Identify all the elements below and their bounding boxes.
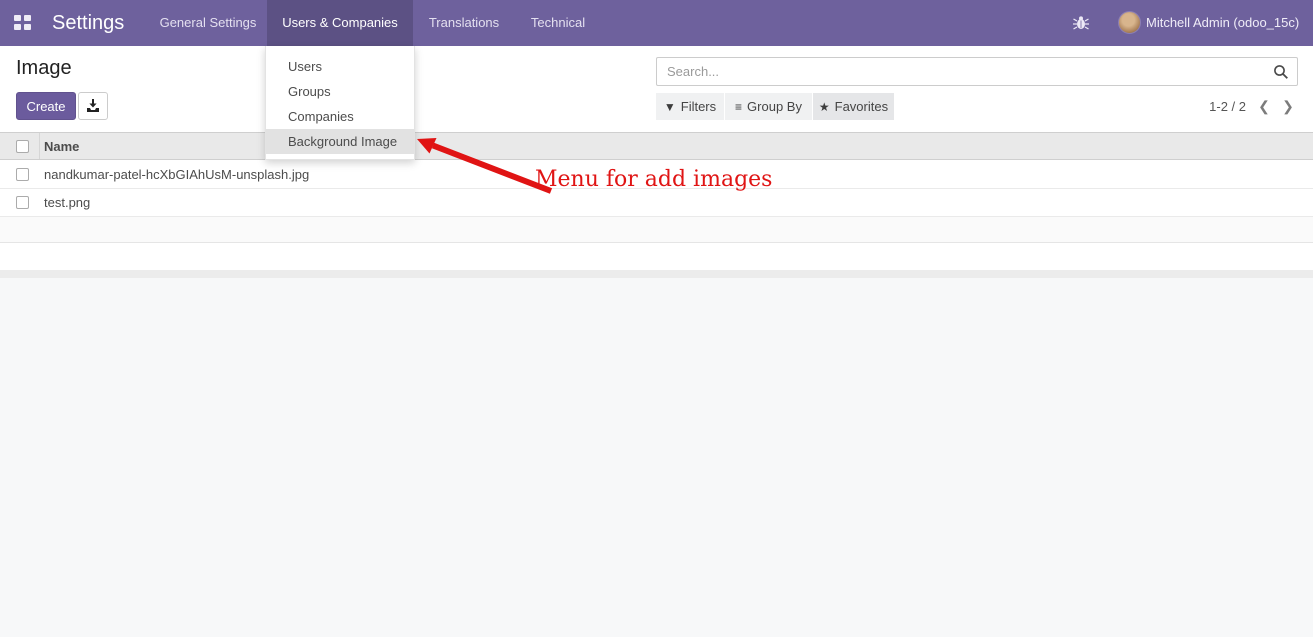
column-header-name[interactable]: Name <box>44 133 79 161</box>
debug-bug-icon[interactable] <box>1072 15 1090 31</box>
create-button[interactable]: Create <box>16 92 76 120</box>
select-all-checkbox[interactable] <box>16 140 29 153</box>
user-avatar[interactable] <box>1118 11 1141 34</box>
pager-previous-button[interactable]: ❮ <box>1252 93 1276 120</box>
user-menu[interactable]: Mitchell Admin (odoo_15c) <box>1146 0 1299 46</box>
menu-technical[interactable]: Technical <box>519 0 597 46</box>
row-checkbox[interactable] <box>16 196 29 209</box>
search-box <box>656 57 1298 86</box>
filters-label: Filters <box>680 99 717 114</box>
users-companies-dropdown: Users Groups Companies Background Image <box>265 46 415 160</box>
apps-grid-square <box>24 24 31 30</box>
app-title: Settings <box>52 12 125 34</box>
page-title: Image <box>16 57 72 79</box>
search-icon[interactable] <box>1273 64 1289 80</box>
row-name-cell: test.png <box>44 195 91 210</box>
search-input[interactable] <box>667 59 1267 84</box>
favorites-button[interactable]: ★ Favorites <box>813 93 894 120</box>
dropdown-item-background-image[interactable]: Background Image <box>266 129 414 154</box>
annotation-text: Menu for add images <box>535 167 773 192</box>
row-name-cell: nandkumar-patel-hcXbGIAhUsM-unsplash.jpg <box>44 167 310 182</box>
menu-general-settings[interactable]: General Settings <box>152 0 264 46</box>
group-by-label: Group By <box>747 99 802 114</box>
pager-range: 1-2 / 2 <box>1209 99 1246 114</box>
list-header-row: Name <box>0 132 1313 160</box>
content-bottom-edge <box>0 270 1313 278</box>
group-by-bars-icon: ≡ <box>735 100 743 114</box>
favorites-label: Favorites <box>834 99 889 114</box>
apps-menu-icon[interactable] <box>14 15 32 31</box>
header-checkbox-cell <box>0 133 40 159</box>
dropdown-item-users[interactable]: Users <box>266 54 414 79</box>
apps-grid-square <box>24 15 31 21</box>
filters-button[interactable]: ▼ Filters <box>656 93 724 120</box>
apps-grid-square <box>14 15 21 21</box>
import-download-icon <box>87 99 99 112</box>
topbar: Settings General Settings Users & Compan… <box>0 0 1313 46</box>
favorites-star-icon: ★ <box>818 100 830 114</box>
filter-funnel-icon: ▼ <box>663 100 676 114</box>
pager-next-button[interactable]: ❯ <box>1276 93 1300 120</box>
page: Settings General Settings Users & Compan… <box>0 0 1313 637</box>
group-by-button[interactable]: ≡ Group By <box>725 93 812 120</box>
row-checkbox[interactable] <box>16 168 29 181</box>
menu-users-companies[interactable]: Users & Companies <box>267 0 413 46</box>
apps-grid-square <box>14 24 21 30</box>
menu-translations[interactable]: Translations <box>416 0 512 46</box>
empty-row <box>0 217 1313 243</box>
dropdown-item-companies[interactable]: Companies <box>266 104 414 129</box>
dropdown-item-groups[interactable]: Groups <box>266 79 414 104</box>
table-row[interactable]: test.png <box>0 189 1313 217</box>
import-button[interactable] <box>78 92 108 120</box>
